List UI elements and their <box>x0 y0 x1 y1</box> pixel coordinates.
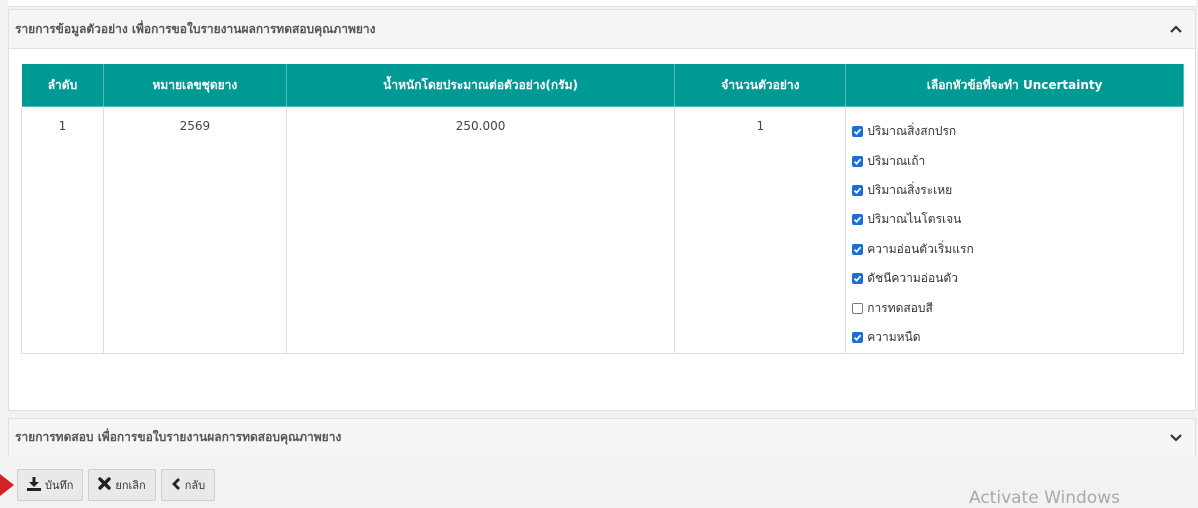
table-row: 1 2569 250.000 1 ปริมาณสิ่งสกปรก ปริมาณเ… <box>21 106 1184 354</box>
checkbox[interactable] <box>852 126 864 138</box>
option-label: ปริมาณสิ่งระเหย <box>867 182 953 197</box>
test-list-panel-header[interactable]: รายการทดสอบ เพื่อการขอใบรายงานผลการทดสอบ… <box>9 419 1195 456</box>
panel-title: รายการข้อมูลตัวอย่าง เพื่อการขอใบรายงานผ… <box>15 21 376 36</box>
option-plasticity-index[interactable]: ดัชนีความอ่อนตัว <box>852 264 1177 293</box>
column-header-uncertainty: เลือกหัวข้อที่จะทำ Uncertainty <box>845 63 1184 107</box>
test-list-panel: รายการทดสอบ เพื่อการขอใบรายงานผลการทดสอบ… <box>8 418 1196 456</box>
chevron-down-icon[interactable] <box>1169 431 1183 445</box>
checkbox[interactable] <box>852 243 864 255</box>
save-label: บันทึก <box>45 479 74 492</box>
option-nitrogen[interactable]: ปริมาณไนโตรเจน <box>852 205 1177 234</box>
option-dirt[interactable]: ปริมาณสิ่งสกปรก <box>852 117 1177 146</box>
checkbox[interactable] <box>852 302 864 314</box>
option-label: ปริมาณไนโตรเจน <box>867 212 962 227</box>
cell-uncertainty-options: ปริมาณสิ่งสกปรก ปริมาณเถ้า ปริมาณสิ่งระเ… <box>845 106 1184 354</box>
sample-data-panel-header[interactable]: รายการข้อมูลตัวอย่าง เพื่อการขอใบรายงานผ… <box>9 10 1195 49</box>
option-label: ดัชนีความอ่อนตัว <box>867 271 958 286</box>
option-ash[interactable]: ปริมาณเถ้า <box>852 146 1177 175</box>
activate-windows-watermark: Activate Windows <box>969 488 1120 508</box>
option-viscosity[interactable]: ความหนืด <box>852 323 1177 352</box>
checkbox[interactable] <box>852 155 864 167</box>
option-label: ปริมาณสิ่งสกปรก <box>867 124 957 139</box>
table-header-row: ลำดับ หมายเลขชุดยาง น้ำหนักโดยประมาณต่อต… <box>21 63 1184 107</box>
option-initial-plasticity[interactable]: ความอ่อนตัวเริ่มแรก <box>852 235 1177 264</box>
column-header-lot: หมายเลขชุดยาง <box>102 63 287 107</box>
checkbox[interactable] <box>852 184 864 196</box>
option-label: ปริมาณเถ้า <box>867 153 926 168</box>
back-button[interactable]: กลับ <box>160 469 216 501</box>
cell-lot: 2569 <box>102 106 287 354</box>
panel-title: รายการทดสอบ เพื่อการขอใบรายงานผลการทดสอบ… <box>15 430 342 444</box>
cancel-button[interactable]: ยกเลิก <box>88 469 156 501</box>
option-volatile[interactable]: ปริมาณสิ่งระเหย <box>852 176 1177 205</box>
sample-table: ลำดับ หมายเลขชุดยาง น้ำหนักโดยประมาณต่อต… <box>21 63 1184 354</box>
back-label: กลับ <box>184 479 206 492</box>
column-header-count: จำนวนตัวอย่าง <box>674 63 847 107</box>
pointer-arrow-icon <box>0 474 14 496</box>
download-icon <box>27 476 41 494</box>
option-label: ความอ่อนตัวเริ่มแรก <box>867 241 974 256</box>
cancel-label: ยกเลิก <box>115 479 146 492</box>
close-icon <box>98 477 112 493</box>
cell-count: 1 <box>674 106 847 354</box>
checkbox[interactable] <box>852 273 864 285</box>
previous-panel-edge <box>8 0 1196 7</box>
column-header-weight: น้ำหนักโดยประมาณต่อตัวอย่าง(กรัม) <box>285 63 676 107</box>
checkbox[interactable] <box>852 331 864 343</box>
option-color-test[interactable]: การทดสอบสี <box>852 293 1177 322</box>
cell-seq: 1 <box>21 106 104 354</box>
option-label: การทดสอบสี <box>867 300 933 315</box>
chevron-left-icon <box>171 477 181 493</box>
column-header-seq: ลำดับ <box>21 63 104 107</box>
checkbox[interactable] <box>852 214 864 226</box>
chevron-up-icon[interactable] <box>1169 22 1183 36</box>
sample-data-panel: รายการข้อมูลตัวอย่าง เพื่อการขอใบรายงานผ… <box>8 9 1196 411</box>
option-label: ความหนืด <box>867 329 921 344</box>
cell-weight: 250.000 <box>285 106 676 354</box>
action-bar: บันทึก ยกเลิก กลับ <box>17 469 216 501</box>
save-button[interactable]: บันทึก <box>17 469 84 501</box>
